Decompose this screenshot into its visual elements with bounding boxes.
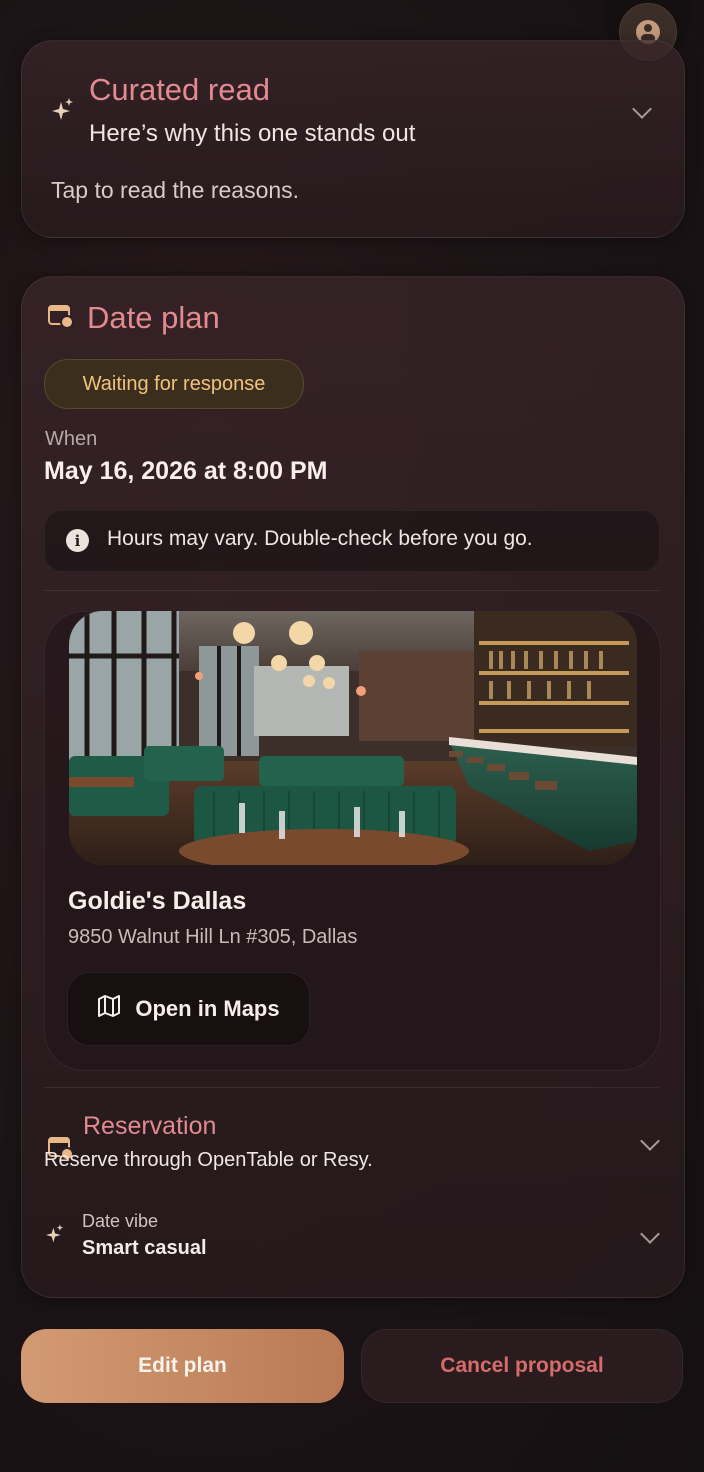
when-label: When xyxy=(45,428,98,450)
calendar-icon xyxy=(48,305,74,329)
open-in-maps-button[interactable]: Open in Maps xyxy=(67,972,310,1046)
curated-read-subtitle: Here’s why this one stands out xyxy=(89,120,416,147)
status-badge: Waiting for response xyxy=(44,359,304,409)
info-icon: i xyxy=(66,529,89,552)
sparkle-icon xyxy=(52,98,74,129)
date-plan-title: Date plan xyxy=(87,300,220,335)
curated-read-title: Curated read xyxy=(89,72,270,107)
divider xyxy=(44,1087,659,1088)
venue-name: Goldie's Dallas xyxy=(68,887,247,915)
venue-address: 9850 Walnut Hill Ln #305, Dallas xyxy=(68,926,358,948)
hours-notice-text: Hours may vary. Double-check before you … xyxy=(107,527,533,550)
when-value: May 16, 2026 at 8:00 PM xyxy=(44,457,328,485)
curated-read-hint: Tap to read the reasons. xyxy=(51,177,300,203)
reservation-subtitle: Reserve through OpenTable or Resy. xyxy=(44,1149,373,1171)
reservation-title: Reservation xyxy=(83,1112,217,1140)
open-in-maps-label: Open in Maps xyxy=(135,996,280,1021)
date-vibe-label: Date vibe xyxy=(82,1211,159,1231)
edit-plan-button[interactable]: Edit plan xyxy=(21,1329,344,1403)
sparkle-icon xyxy=(46,1224,64,1251)
venue-photo xyxy=(69,611,637,865)
cancel-proposal-button[interactable]: Cancel proposal xyxy=(361,1329,683,1403)
date-vibe-value: Smart casual xyxy=(82,1237,207,1259)
divider xyxy=(44,590,659,591)
map-icon xyxy=(97,995,121,1023)
